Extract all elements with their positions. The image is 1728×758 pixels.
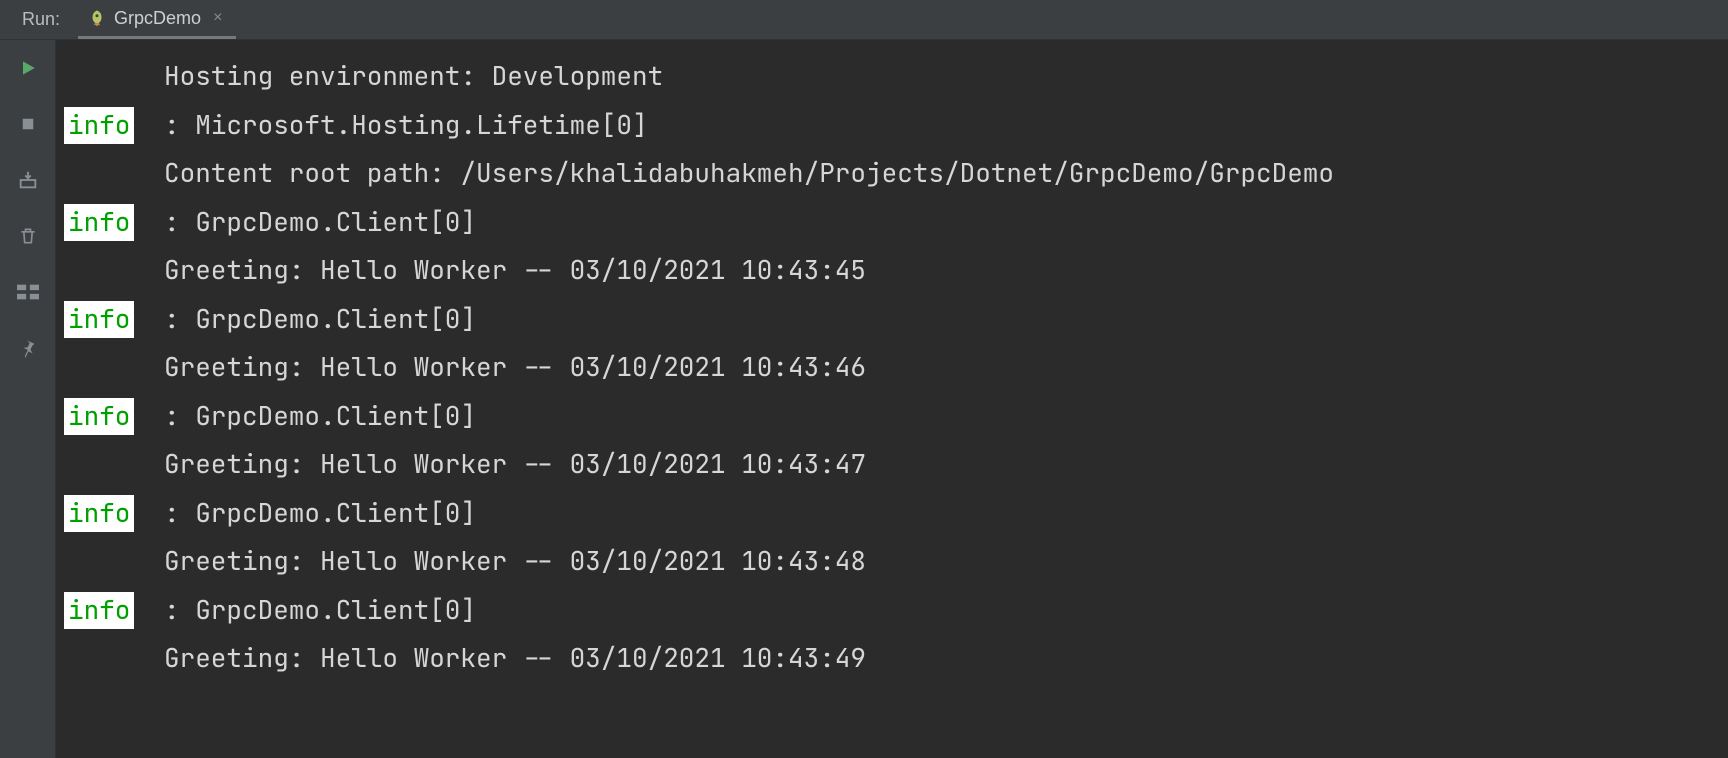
close-icon[interactable]: × — [209, 9, 226, 27]
run-header: Run: GrpcDemo × — [0, 0, 1728, 40]
pin-button[interactable] — [14, 334, 42, 362]
console-line: Greeting: Hello Worker -- 03/10/2021 10:… — [64, 343, 1728, 392]
main-area: Hosting environment: Development info : Mi… — [0, 40, 1728, 758]
console-line: Hosting environment: Development — [64, 52, 1728, 101]
log-level-badge: info — [64, 592, 134, 629]
line-text: Greeting: Hello Worker -- 03/10/2021 10:… — [164, 440, 866, 489]
line-text: Hosting environment: Development — [164, 52, 663, 101]
line-text: : GrpcDemo.Client[0] — [164, 295, 476, 344]
rerun-button[interactable] — [14, 54, 42, 82]
line-prefix: info — [64, 392, 164, 441]
console-line: info : GrpcDemo.Client[0] — [64, 392, 1728, 441]
log-level-badge: info — [64, 107, 134, 144]
log-level-badge: info — [64, 204, 134, 241]
line-prefix — [64, 537, 164, 586]
line-prefix — [64, 246, 164, 295]
line-text: : GrpcDemo.Client[0] — [164, 489, 476, 538]
run-label: Run: — [0, 9, 78, 30]
console-line: info : Microsoft.Hosting.Lifetime[0] — [64, 101, 1728, 150]
log-level-badge: info — [64, 398, 134, 435]
console-line: info : GrpcDemo.Client[0] — [64, 489, 1728, 538]
line-prefix — [64, 634, 164, 683]
line-prefix: info — [64, 295, 164, 344]
console-line: info : GrpcDemo.Client[0] — [64, 198, 1728, 247]
line-prefix — [64, 149, 164, 198]
console-line: Content root path: /Users/khalidabuhakme… — [64, 149, 1728, 198]
line-prefix — [64, 52, 164, 101]
line-text: : GrpcDemo.Client[0] — [164, 198, 476, 247]
line-text: Greeting: Hello Worker -- 03/10/2021 10:… — [164, 246, 866, 295]
line-text: Greeting: Hello Worker -- 03/10/2021 10:… — [164, 537, 866, 586]
line-text: Greeting: Hello Worker -- 03/10/2021 10:… — [164, 343, 866, 392]
line-prefix — [64, 440, 164, 489]
rocket-icon — [88, 9, 106, 27]
line-prefix: info — [64, 489, 164, 538]
tab-label: GrpcDemo — [114, 8, 201, 29]
line-text: Greeting: Hello Worker -- 03/10/2021 10:… — [164, 634, 866, 683]
console-output[interactable]: Hosting environment: Development info : Mi… — [56, 40, 1728, 758]
stop-button[interactable] — [14, 110, 42, 138]
line-text: : GrpcDemo.Client[0] — [164, 392, 476, 441]
line-text: : Microsoft.Hosting.Lifetime[0] — [164, 101, 648, 150]
line-text: Content root path: /Users/khalidabuhakme… — [164, 149, 1334, 198]
exit-button[interactable] — [14, 166, 42, 194]
line-prefix — [64, 343, 164, 392]
console-line: Greeting: Hello Worker -- 03/10/2021 10:… — [64, 246, 1728, 295]
console-line: Greeting: Hello Worker -- 03/10/2021 10:… — [64, 634, 1728, 683]
line-text: : GrpcDemo.Client[0] — [164, 586, 476, 635]
console-line: info : GrpcDemo.Client[0] — [64, 586, 1728, 635]
console-line: Greeting: Hello Worker -- 03/10/2021 10:… — [64, 537, 1728, 586]
line-prefix: info — [64, 586, 164, 635]
layout-button[interactable] — [14, 278, 42, 306]
console-line: info : GrpcDemo.Client[0] — [64, 295, 1728, 344]
line-prefix: info — [64, 198, 164, 247]
run-tab[interactable]: GrpcDemo × — [78, 0, 236, 39]
run-toolbar — [0, 40, 56, 758]
delete-button[interactable] — [14, 222, 42, 250]
log-level-badge: info — [64, 495, 134, 532]
line-prefix: info — [64, 101, 164, 150]
log-level-badge: info — [64, 301, 134, 338]
console-line: Greeting: Hello Worker -- 03/10/2021 10:… — [64, 440, 1728, 489]
